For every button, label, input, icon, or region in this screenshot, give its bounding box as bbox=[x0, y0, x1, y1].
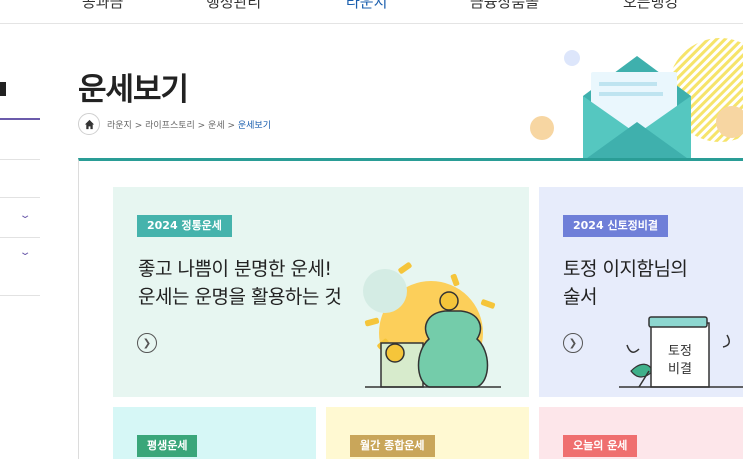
nav-item-financial-mall[interactable]: 금융상품몰 bbox=[470, 0, 539, 12]
nav-item-open-banking[interactable]: 오픈뱅킹 bbox=[623, 0, 678, 12]
content-panel: 2024 정통운세 좋고 나쁨이 분명한 운세! 운세는 운명을 활용하는 것 … bbox=[78, 158, 743, 459]
home-button[interactable] bbox=[78, 113, 100, 135]
chevron-down-icon[interactable]: ⌄ bbox=[19, 210, 32, 221]
breadcrumb: 라운지 > 라이프스토리 > 운세 > 운세보기 bbox=[78, 113, 271, 135]
arrow-circle-icon[interactable]: ❯ bbox=[563, 333, 583, 353]
money-bag-illustration bbox=[363, 262, 501, 388]
sidebar-divider bbox=[0, 237, 40, 238]
card-traditional-fortune[interactable]: 2024 정통운세 좋고 나쁨이 분명한 운세! 운세는 운명을 활용하는 것 … bbox=[113, 187, 529, 397]
home-icon bbox=[84, 119, 94, 129]
card-monthly-fortune[interactable]: 월간 종합운세 bbox=[326, 407, 529, 459]
card-badge: 오늘의 운세 bbox=[563, 435, 638, 457]
card-lifetime-fortune[interactable]: 평생운세 bbox=[113, 407, 316, 459]
sidebar-divider bbox=[0, 159, 40, 160]
card-badge: 2024 정통운세 bbox=[137, 215, 232, 237]
sidebar-title-fragment bbox=[0, 82, 6, 96]
envelope-illustration bbox=[530, 38, 743, 161]
breadcrumb-current: 운세보기 bbox=[237, 120, 271, 131]
nav-item-lounge[interactable]: 라운지 bbox=[346, 0, 387, 12]
card-badge: 월간 종합운세 bbox=[350, 435, 435, 457]
card-description: 좋고 나쁨이 분명한 운세! 운세는 운명을 활용하는 것 bbox=[138, 258, 342, 308]
card-badge: 2024 신토정비결 bbox=[563, 215, 669, 237]
book-illustration: 토정 비결 bbox=[619, 316, 743, 388]
page-title: 운세보기 bbox=[78, 72, 189, 108]
top-navigation: 공과금 행정관리 라운지 금융상품몰 오픈뱅킹 bbox=[0, 0, 743, 24]
svg-text:비결: 비결 bbox=[668, 362, 692, 377]
arrow-circle-icon[interactable]: ❯ bbox=[137, 333, 157, 353]
breadcrumb-path: 라운지 > 라이프스토리 > 운세 > 운세보기 bbox=[107, 118, 271, 131]
nav-item-admin[interactable]: 행정관리 bbox=[206, 0, 261, 12]
sidebar-divider bbox=[0, 295, 40, 296]
breadcrumb-trail[interactable]: 라운지 > 라이프스토리 > 운세 > bbox=[107, 121, 238, 131]
nav-item-bills[interactable]: 공과금 bbox=[82, 0, 123, 12]
sidebar-divider bbox=[0, 118, 40, 120]
card-tojeong-fortune[interactable]: 2024 신토정비결 토정 이지함님의 술서 ❯ 토정 비결 bbox=[539, 187, 743, 397]
sidebar-divider bbox=[0, 197, 40, 198]
card-today-fortune[interactable]: 오늘의 운세 bbox=[539, 407, 743, 459]
card-badge: 평생운세 bbox=[137, 435, 198, 457]
svg-text:토정: 토정 bbox=[668, 344, 692, 359]
chevron-down-icon[interactable]: ⌄ bbox=[19, 247, 32, 258]
sidebar: ⌄ ⌄ bbox=[0, 25, 40, 459]
